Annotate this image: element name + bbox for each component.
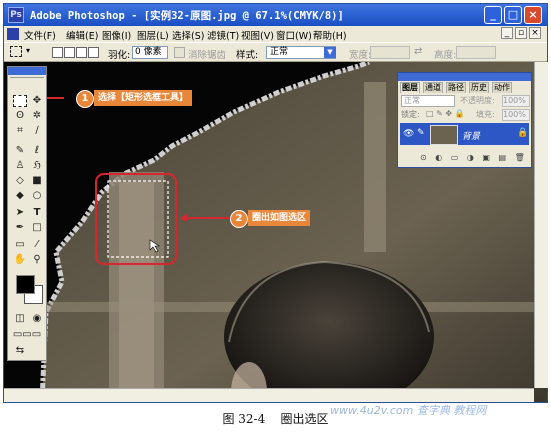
feather-label: 羽化: (108, 50, 131, 61)
screen-mode-icon[interactable]: ▭▭▭ (10, 329, 44, 341)
eraser-icon[interactable]: ◇ (13, 175, 27, 187)
new-selection-icon[interactable] (52, 47, 63, 58)
doc-close-button[interactable]: × (529, 27, 541, 39)
tab-history[interactable]: 历史 (469, 82, 489, 93)
height-label: 高度: (434, 50, 457, 61)
add-selection-icon[interactable] (64, 47, 75, 58)
dodge-icon[interactable]: ○ (30, 190, 44, 202)
style-dropdown-icon[interactable]: ▼ (324, 47, 336, 58)
fill-label: 填充: (476, 110, 495, 119)
history-brush-icon[interactable]: ℌ (30, 160, 44, 172)
toolbox-header[interactable] (8, 67, 46, 75)
move-icon[interactable]: ✥ (30, 95, 44, 107)
width-input[interactable] (370, 46, 410, 59)
gradient-icon[interactable]: ■ (30, 175, 44, 187)
panel-footer-icons[interactable]: ⊙ ◐ ▭ ◑ ▣ ▤ 🗑 (420, 153, 528, 162)
vertical-scrollbar[interactable] (534, 62, 548, 388)
minimize-button[interactable]: _ (484, 6, 502, 24)
callout-1-badge: 1 (76, 90, 94, 108)
magic-wand-icon[interactable]: ✲ (30, 110, 44, 122)
width-label: 宽度: (349, 50, 372, 61)
layer-row-background[interactable]: 👁 ✎ 背景 🔒 (400, 123, 529, 145)
style-label: 样式: (236, 50, 259, 61)
antialias-label: 消除锯齿 (188, 50, 227, 61)
doc-minimize-button[interactable]: _ (501, 27, 513, 39)
fill-input[interactable]: 100% (502, 109, 530, 121)
lasso-icon[interactable]: ʘ (13, 110, 27, 122)
maximize-button[interactable]: □ (504, 6, 522, 24)
height-input[interactable] (456, 46, 496, 59)
tab-paths[interactable]: 路径 (446, 82, 466, 93)
opacity-input[interactable]: 100% (502, 95, 530, 107)
healing-brush-icon[interactable]: ✎ (13, 145, 27, 157)
subtract-selection-icon[interactable] (76, 47, 87, 58)
toolbox: ✥ ʘ ✲ ⌗ ∕ ✎ ℓ ♙ ℌ ◇ ■ ◆ ○ ➤ T ✒ □ ▭ ⁄ ✋ … (7, 66, 47, 361)
brush-icon[interactable]: ℓ (30, 145, 44, 157)
path-select-icon[interactable]: ➤ (13, 207, 27, 219)
close-button[interactable]: × (524, 6, 542, 24)
rect-marquee-icon[interactable] (13, 95, 27, 107)
notes-icon[interactable]: ▭ (13, 239, 27, 251)
eyedropper-icon[interactable]: ⁄ (30, 239, 44, 251)
pen-icon[interactable]: ✒ (13, 222, 27, 234)
menu-select[interactable]: 选择(S) (172, 28, 204, 42)
menu-help[interactable]: 帮助(H) (313, 28, 347, 42)
horizontal-scrollbar[interactable] (4, 388, 534, 402)
hand-icon[interactable]: ✋ (13, 254, 27, 266)
shape-icon[interactable]: □ (30, 222, 44, 234)
crop-icon[interactable]: ⌗ (13, 125, 27, 137)
lock-label: 锁定: (401, 110, 420, 119)
imageready-icon[interactable]: ⇆ (13, 345, 27, 357)
callout-2-label: 圈出如图选区 (248, 210, 311, 226)
title-bar[interactable]: Ps Adobe Photoshop - [实例32-原图.jpg @ 67.1… (4, 4, 547, 26)
marquee-preset-icon[interactable] (10, 46, 22, 57)
menu-filter[interactable]: 滤镜(T) (207, 28, 239, 42)
window-title: Adobe Photoshop - [实例32-原图.jpg @ 67.1%(C… (30, 10, 344, 22)
quickmask-mode-icon[interactable]: ◉ (30, 313, 44, 325)
zoom-icon[interactable]: ⚲ (30, 254, 44, 266)
brush-link-icon[interactable]: ✎ (417, 128, 425, 138)
feather-input[interactable]: 0 像素 (132, 46, 168, 59)
menu-bar: 文件(F) 编辑(E) 图像(I) 图层(L) 选择(S) 滤镜(T) 视图(V… (4, 26, 547, 42)
options-bar: ▾ 羽化: 0 像素 消除锯齿 样式: 正常 ▼ 宽度: ⇄ 高度: (4, 42, 547, 62)
callout-1-label: 选择【矩形选框工具】 (94, 90, 193, 106)
tab-actions[interactable]: 动作 (492, 82, 512, 93)
lock-icons[interactable]: □ ✎ ✥ 🔒 (426, 109, 465, 118)
intersect-selection-icon[interactable] (88, 47, 99, 58)
tab-channels[interactable]: 通道 (423, 82, 443, 93)
visibility-eye-icon[interactable]: 👁 (403, 129, 414, 139)
menu-layer[interactable]: 图层(L) (137, 28, 169, 42)
foreground-color-swatch[interactable] (16, 275, 35, 294)
menu-edit[interactable]: 编辑(E) (66, 28, 98, 42)
slice-icon[interactable]: ∕ (30, 125, 44, 137)
blur-icon[interactable]: ◆ (13, 190, 27, 202)
tab-layers[interactable]: 图层 (400, 82, 420, 93)
blend-mode-select[interactable]: 正常 (401, 95, 455, 107)
figure-text: 圈出选区 (280, 412, 329, 426)
figure-number: 图 32-4 (222, 412, 266, 426)
panel-header[interactable] (398, 73, 531, 81)
layer-name: 背景 (462, 132, 481, 142)
photoshop-window: Ps Adobe Photoshop - [实例32-原图.jpg @ 67.1… (3, 3, 548, 403)
menu-view[interactable]: 视图(V) (241, 28, 274, 42)
watermark: www.4u2v.com 查字典 教程网 (330, 404, 487, 417)
standard-mode-icon[interactable]: ◫ (13, 313, 27, 325)
callout-2-badge: 2 (230, 210, 248, 228)
layer-lock-icon: 🔒 (517, 128, 529, 138)
menu-image[interactable]: 图像(I) (102, 28, 131, 42)
preset-chevron-icon[interactable]: ▾ (26, 46, 30, 55)
layer-thumbnail (430, 125, 458, 145)
menu-file[interactable]: 文件(F) (24, 28, 56, 42)
layers-panel: 图层 通道 路径 历史 动作 正常 不透明度: 100% 锁定: □ ✎ ✥ 🔒… (397, 72, 532, 168)
opacity-label: 不透明度: (460, 96, 495, 105)
clone-stamp-icon[interactable]: ♙ (13, 160, 27, 172)
swap-icon[interactable]: ⇄ (414, 46, 422, 57)
photoshop-app-icon: Ps (8, 7, 24, 23)
antialias-checkbox[interactable] (174, 47, 185, 58)
document-icon (7, 28, 19, 40)
type-icon[interactable]: T (30, 207, 44, 219)
doc-restore-button[interactable]: ▫ (515, 27, 527, 39)
menu-window[interactable]: 窗口(W) (276, 28, 312, 42)
